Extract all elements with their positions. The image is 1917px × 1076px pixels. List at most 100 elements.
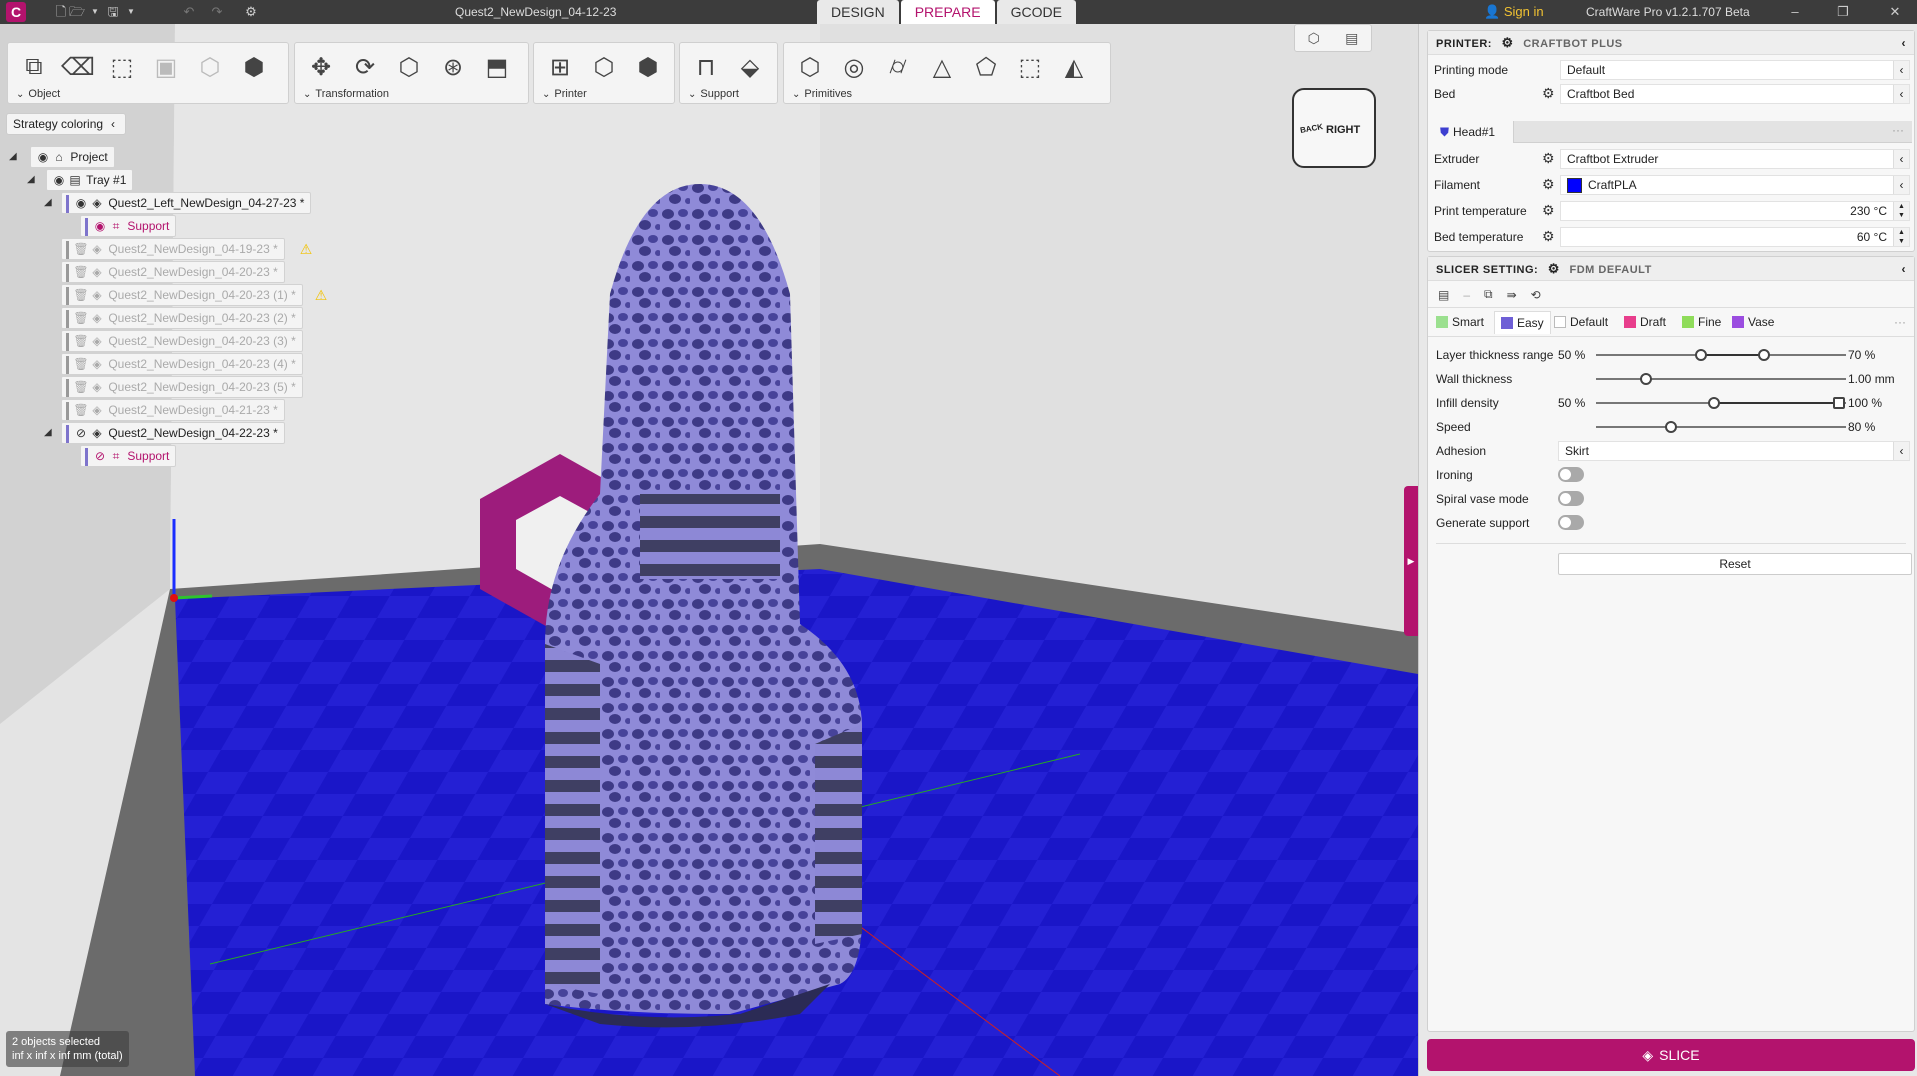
tree-item-project[interactable]: ◢ ◉ ⌂ Project <box>9 146 115 168</box>
tree-item-support[interactable]: ⊘ ⌗ Support <box>80 445 177 467</box>
ironing-toggle[interactable] <box>1558 467 1584 482</box>
tree-item-object[interactable]: 🗑 ◈ Quest2_NewDesign_04-20-23 (2) * <box>61 307 303 329</box>
gear-icon[interactable]: ⚙ <box>1542 85 1555 102</box>
printing-mode-select[interactable]: Default ‹ <box>1560 60 1910 80</box>
profile-fine[interactable]: Fine <box>1682 315 1721 329</box>
eye-hidden-icon[interactable]: ⊘ <box>92 446 108 466</box>
cylinder-primitive-icon[interactable]: ⌭ <box>876 47 920 87</box>
minus-icon[interactable]: – <box>1463 288 1470 302</box>
print-temperature-input[interactable]: 230 °C ▲ ▼ <box>1560 201 1910 221</box>
export-icon[interactable]: ⇛ <box>1507 288 1517 302</box>
arrange-icon[interactable]: ⬢ <box>232 47 276 87</box>
tree-toggle-icon[interactable]: ◢ <box>44 423 52 443</box>
trash-icon[interactable]: 🗑 <box>73 331 89 351</box>
pyramid-primitive-icon[interactable]: ◭ <box>1052 47 1096 87</box>
gear-icon[interactable]: ⚙ <box>1542 176 1555 193</box>
printer-panel-header[interactable]: PRINTER: ⚙ CRAFTBOT PLUS ‹ <box>1428 31 1914 55</box>
chevron-left-icon[interactable]: ‹ <box>1902 31 1907 55</box>
add-object-icon[interactable]: ⧉ <box>12 47 56 87</box>
tree-toggle-icon[interactable]: ◢ <box>27 170 35 190</box>
gear-icon[interactable]: ⚙ <box>1502 35 1514 50</box>
cube-primitive-icon[interactable]: ⬡ <box>788 47 832 87</box>
ungroup-icon[interactable]: ⬡ <box>188 47 232 87</box>
slider-knob-low[interactable] <box>1695 349 1707 361</box>
profile-easy[interactable]: Easy <box>1494 311 1551 334</box>
rotate-icon[interactable]: ⟳ <box>343 47 387 87</box>
bed-select[interactable]: Craftbot Bed ‹ <box>1560 84 1910 104</box>
open-folder-icon[interactable]: 🗁 <box>68 3 86 21</box>
wall-thickness-slider[interactable] <box>1596 373 1846 385</box>
tree-item-support[interactable]: ◉ ⌗ Support <box>80 215 177 237</box>
mirror-icon[interactable]: ⊛ <box>431 47 475 87</box>
perspective-view-icon[interactable]: ⬡ <box>1308 30 1320 47</box>
view-cube[interactable]: BACK RIGHT <box>1292 88 1376 168</box>
stepper-icon[interactable]: ▲ ▼ <box>1893 202 1909 220</box>
support-group-label[interactable]: Support <box>688 88 739 100</box>
save-dropdown-icon[interactable]: ▼ <box>122 3 140 21</box>
slider-knob-low[interactable] <box>1707 397 1720 409</box>
tab-gcode[interactable]: GCODE <box>996 0 1076 24</box>
settings-gear-icon[interactable]: ⚙ <box>242 3 260 21</box>
tree-toggle-icon[interactable]: ◢ <box>9 147 17 167</box>
bed-temperature-input[interactable]: 60 °C ▲ ▼ <box>1560 227 1910 247</box>
dodecahedron-primitive-icon[interactable]: ⬠ <box>964 47 1008 87</box>
stepper-icon[interactable]: ▲ ▼ <box>1893 228 1909 246</box>
adhesion-select[interactable]: Skirt ‹ <box>1558 441 1910 461</box>
eye-icon[interactable]: ◉ <box>35 147 51 167</box>
layout-view-icon[interactable]: ▤ <box>1345 30 1358 47</box>
3d-viewport[interactable]: ⧉ ⌫ ⬚ ▣ ⬡ ⬢ Object ✥ ⟳ ⬡ ⊛ ⬒ Transformat… <box>0 24 1418 1076</box>
panel-collapse-handle[interactable]: ▶ <box>1404 486 1418 636</box>
redo-icon[interactable]: ↷ <box>208 3 226 21</box>
move-icon[interactable]: ✥ <box>299 47 343 87</box>
generate-support-toggle[interactable] <box>1558 515 1584 530</box>
slicer-panel-header[interactable]: SLICER SETTING: ⚙ FDM DEFAULT ‹ <box>1428 257 1914 281</box>
profile-default[interactable]: Default <box>1554 315 1608 329</box>
slider-knob-high[interactable] <box>1757 349 1770 361</box>
trash-icon[interactable]: 🗑 <box>73 239 89 259</box>
support-icon[interactable]: ⊓ <box>684 47 728 87</box>
tree-item-object[interactable]: 🗑 ◈ Quest2_NewDesign_04-20-23 * <box>61 261 285 283</box>
slider-knob[interactable] <box>1665 421 1677 433</box>
gear-icon[interactable]: ⚙ <box>1548 261 1560 276</box>
trash-icon[interactable]: 🗑 <box>73 285 89 305</box>
scale-icon[interactable]: ⬡ <box>387 47 431 87</box>
prism-primitive-icon[interactable]: ⬚ <box>1008 47 1052 87</box>
printer-arrange-icon[interactable]: ⬢ <box>626 47 670 87</box>
more-icon[interactable]: ··· <box>1892 123 1904 137</box>
reset-button[interactable]: Reset <box>1558 553 1912 575</box>
eye-icon[interactable]: ◉ <box>92 216 108 236</box>
tree-item-object[interactable]: 🗑 ◈ Quest2_NewDesign_04-20-23 (1) * <box>61 284 303 306</box>
trash-icon[interactable]: 🗑 <box>73 354 89 374</box>
object-group-label[interactable]: Object <box>16 88 60 100</box>
cone-primitive-icon[interactable]: △ <box>920 47 964 87</box>
transformation-group-label[interactable]: Transformation <box>303 88 389 100</box>
warning-icon[interactable]: ⚠ <box>297 241 315 257</box>
copy-icon[interactable]: ⧉ <box>1484 287 1493 302</box>
eye-icon[interactable]: ◉ <box>51 170 67 190</box>
chevron-left-icon[interactable]: ‹ <box>1902 257 1907 281</box>
group-icon[interactable]: ▣ <box>144 47 188 87</box>
printer-settings-icon[interactable]: ⬡ <box>582 47 626 87</box>
trash-icon[interactable]: 🗑 <box>73 262 89 282</box>
slider-knob-high[interactable] <box>1832 397 1845 409</box>
eye-hidden-icon[interactable]: ⊘ <box>73 423 89 443</box>
slider-knob[interactable] <box>1640 373 1652 385</box>
strategy-coloring-button[interactable]: Strategy coloring ‹ <box>6 113 127 135</box>
list-icon[interactable]: ▤ <box>1438 288 1449 302</box>
minimize-icon[interactable]: – <box>1786 3 1804 21</box>
undo-icon[interactable]: ↶ <box>180 3 198 21</box>
speed-slider[interactable] <box>1596 421 1846 433</box>
tree-toggle-icon[interactable]: ◢ <box>44 193 52 213</box>
tree-item-object[interactable]: 🗑 ◈ Quest2_NewDesign_04-21-23 * <box>61 399 285 421</box>
open-dropdown-icon[interactable]: ▼ <box>86 3 104 21</box>
trash-icon[interactable]: 🗑 <box>73 377 89 397</box>
trash-icon[interactable]: 🗑 <box>73 400 89 420</box>
gear-icon[interactable]: ⚙ <box>1542 228 1555 245</box>
sphere-primitive-icon[interactable]: ◎ <box>832 47 876 87</box>
gear-icon[interactable]: ⚙ <box>1542 150 1555 167</box>
restore-icon[interactable]: ❐ <box>1834 3 1852 21</box>
tab-head-1[interactable]: ⛊ Head#1 <box>1430 121 1514 143</box>
tree-item-tray[interactable]: ◢ ◉ ▤ Tray #1 <box>27 169 134 191</box>
tab-prepare[interactable]: PREPARE <box>900 0 995 24</box>
tree-item-object[interactable]: ◢ ◉ ◈ Quest2_Left_NewDesign_04-27-23 * <box>44 192 312 214</box>
